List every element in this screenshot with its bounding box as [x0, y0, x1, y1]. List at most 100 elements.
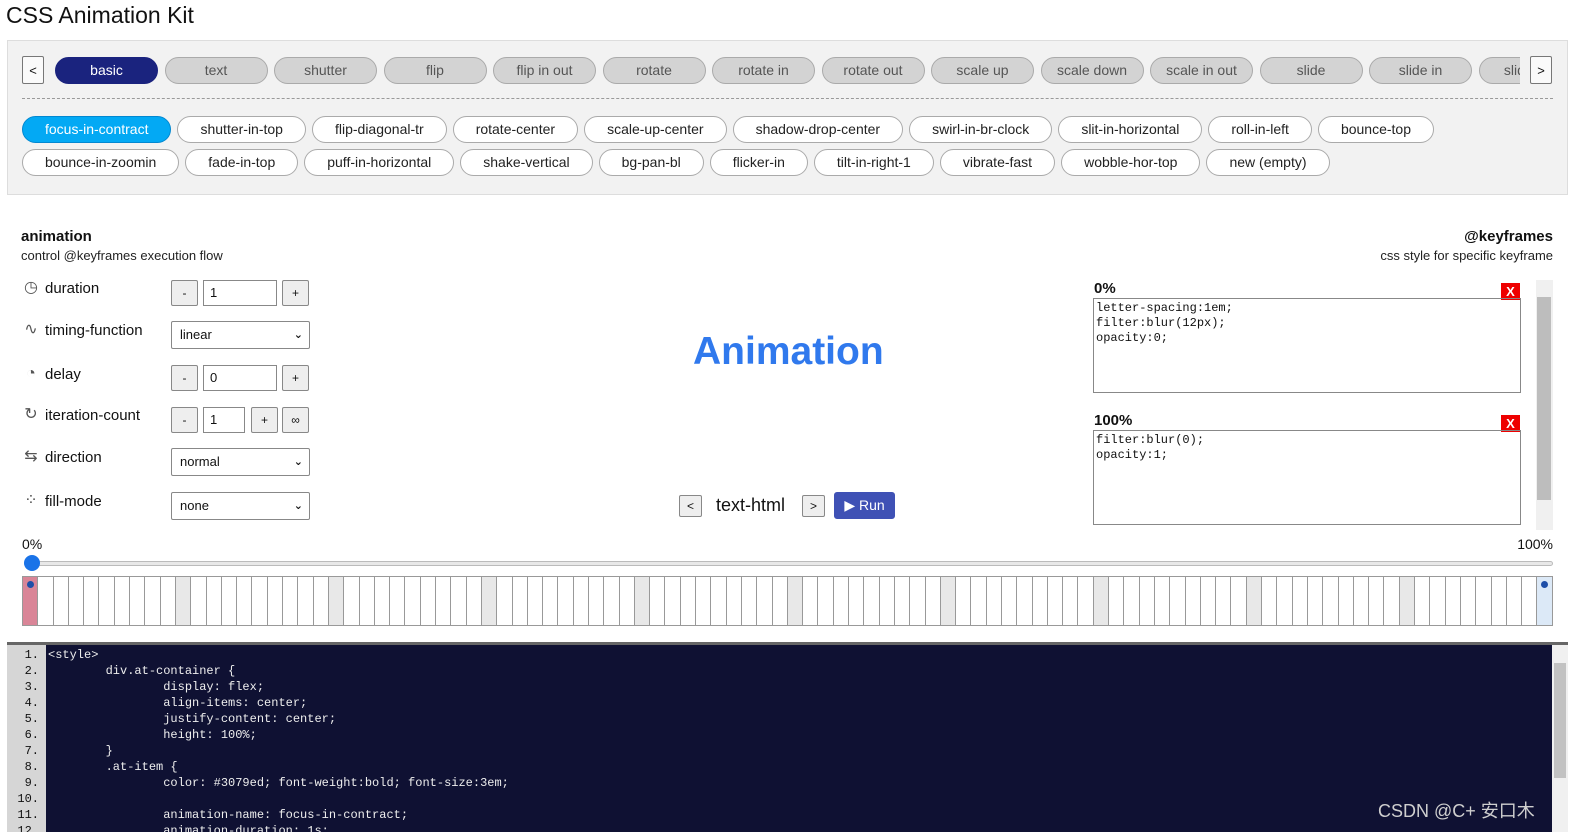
- timeline-cell[interactable]: [313, 577, 329, 625]
- timeline-cell[interactable]: [160, 577, 176, 625]
- timeline-cell[interactable]: [344, 577, 360, 625]
- preset-tilt-in-right-1[interactable]: tilt-in-right-1: [813, 149, 934, 176]
- timeline-cell[interactable]: [573, 577, 589, 625]
- timeline-cell[interactable]: [604, 577, 620, 625]
- timeline-cell[interactable]: [1216, 577, 1232, 625]
- timeline-cell[interactable]: [1093, 577, 1110, 625]
- timeline-cell[interactable]: [1522, 577, 1538, 625]
- timeline-cell[interactable]: [1154, 577, 1171, 625]
- preset-slit-in-horizontal[interactable]: slit-in-horizontal: [1058, 116, 1203, 143]
- preset-roll-in-left[interactable]: roll-in-left: [1208, 116, 1312, 143]
- timeline-cell[interactable]: [497, 577, 513, 625]
- preset-bounce-top[interactable]: bounce-top: [1317, 116, 1434, 143]
- keyframes-scrollbar[interactable]: [1536, 280, 1553, 530]
- preset-shadow-drop-center[interactable]: shadow-drop-center: [732, 116, 904, 143]
- timeline-cell[interactable]: [114, 577, 131, 625]
- timeline-cell[interactable]: [833, 577, 850, 625]
- tab-rotate[interactable]: rotate: [602, 57, 706, 84]
- timeline-cell[interactable]: [1415, 577, 1431, 625]
- tab-shutter[interactable]: shutter: [274, 57, 377, 84]
- timeline-cell[interactable]: [1262, 577, 1278, 625]
- timeline-cell[interactable]: [328, 577, 345, 625]
- timeline-cell[interactable]: [558, 577, 574, 625]
- timeline-cell[interactable]: [650, 577, 666, 625]
- duration-minus-button[interactable]: -: [171, 280, 198, 306]
- timeline-cell[interactable]: [1399, 577, 1416, 625]
- mode-prev-button[interactable]: <: [679, 495, 702, 517]
- timeline-cell[interactable]: [986, 577, 1002, 625]
- timeline-cell[interactable]: [420, 577, 437, 625]
- timeline-cell[interactable]: [787, 577, 804, 625]
- preset-wobble-hor-top[interactable]: wobble-hor-top: [1061, 149, 1201, 176]
- timeline-slider[interactable]: [24, 561, 1553, 566]
- iteration-infinite-button[interactable]: ∞: [282, 407, 309, 433]
- timeline-cell[interactable]: [1139, 577, 1155, 625]
- tab-rotate-in[interactable]: rotate in: [712, 57, 815, 84]
- fill-mode-select[interactable]: none ⌄: [171, 492, 310, 520]
- iteration-plus-button[interactable]: +: [251, 407, 278, 433]
- keyframe-css-textarea[interactable]: letter-spacing:1em; filter:blur(12px); o…: [1093, 298, 1521, 393]
- timeline-cell[interactable]: [436, 577, 452, 625]
- timeline-cell[interactable]: [1445, 577, 1461, 625]
- timing-select[interactable]: linear ⌄: [171, 321, 310, 349]
- tab-scale-down[interactable]: scale down: [1040, 57, 1144, 84]
- timeline-cell[interactable]: [130, 577, 146, 625]
- tab-scale-in-out[interactable]: scale in out: [1150, 57, 1253, 84]
- direction-select[interactable]: normal ⌄: [171, 448, 310, 476]
- timeline-cell[interactable]: [359, 577, 375, 625]
- timeline-cell[interactable]: [23, 577, 39, 625]
- timeline-cell[interactable]: [956, 577, 972, 625]
- preset-rotate-center[interactable]: rotate-center: [452, 116, 579, 143]
- timeline-cell[interactable]: [1338, 577, 1354, 625]
- timeline-cell[interactable]: [283, 577, 299, 625]
- mode-next-button[interactable]: >: [802, 495, 825, 517]
- timeline-cell[interactable]: [849, 577, 865, 625]
- preset-bg-pan-bl[interactable]: bg-pan-bl: [598, 149, 704, 176]
- duration-input[interactable]: 1: [203, 280, 277, 306]
- timeline-cell[interactable]: [267, 577, 284, 625]
- timeline-cell[interactable]: [1185, 577, 1201, 625]
- tab-basic[interactable]: basic: [55, 57, 158, 84]
- tab-flip-in-out[interactable]: flip in out: [493, 57, 596, 84]
- timeline-cell[interactable]: [512, 577, 528, 625]
- timeline-cell[interactable]: [1200, 577, 1217, 625]
- timeline-cell[interactable]: [1537, 577, 1552, 625]
- preset-shake-vertical[interactable]: shake-vertical: [460, 149, 593, 176]
- preset-scale-up-center[interactable]: scale-up-center: [584, 116, 727, 143]
- preset-bounce-in-zoomin[interactable]: bounce-in-zoomin: [22, 149, 180, 176]
- timeline-cell[interactable]: [619, 577, 635, 625]
- timeline-cell[interactable]: [1017, 577, 1033, 625]
- tabs-prev-button[interactable]: <: [22, 56, 44, 84]
- timeline-cell[interactable]: [1384, 577, 1400, 625]
- preset-focus-in-contract[interactable]: focus-in-contract: [22, 116, 172, 143]
- timeline-cell[interactable]: [1170, 577, 1186, 625]
- preset-flicker-in[interactable]: flicker-in: [709, 149, 808, 176]
- timeline-cell[interactable]: [221, 577, 238, 625]
- timeline-cell[interactable]: [588, 577, 605, 625]
- timeline-cell[interactable]: [145, 577, 161, 625]
- timeline-cell[interactable]: [1506, 577, 1523, 625]
- timeline-cell[interactable]: [772, 577, 788, 625]
- timeline-cell[interactable]: [940, 577, 957, 625]
- tab-flip[interactable]: flip: [383, 57, 487, 84]
- timeline-cell[interactable]: [1277, 577, 1293, 625]
- preset-shutter-in-top[interactable]: shutter-in-top: [177, 116, 306, 143]
- preset-flip-diagonal-tr[interactable]: flip-diagonal-tr: [311, 116, 447, 143]
- timeline-cell[interactable]: [1002, 577, 1018, 625]
- timeline-cell[interactable]: [803, 577, 819, 625]
- timeline-cell[interactable]: [879, 577, 895, 625]
- timeline-cell[interactable]: [99, 577, 115, 625]
- timeline-cell[interactable]: [1430, 577, 1446, 625]
- timeline-cell[interactable]: [1109, 577, 1125, 625]
- timeline-cell[interactable]: [252, 577, 268, 625]
- timeline-cell[interactable]: [634, 577, 651, 625]
- timeline-cell[interactable]: [390, 577, 406, 625]
- timeline-cell[interactable]: [910, 577, 926, 625]
- preset-puff-in-horizontal[interactable]: puff-in-horizontal: [304, 149, 455, 176]
- timeline-cell[interactable]: [374, 577, 391, 625]
- timeline-cell[interactable]: [53, 577, 69, 625]
- timeline-cell[interactable]: [481, 577, 498, 625]
- run-button[interactable]: ▶ Run: [834, 492, 895, 519]
- tab-slide-in[interactable]: slide in: [1369, 57, 1472, 84]
- slider-handle[interactable]: [24, 555, 40, 571]
